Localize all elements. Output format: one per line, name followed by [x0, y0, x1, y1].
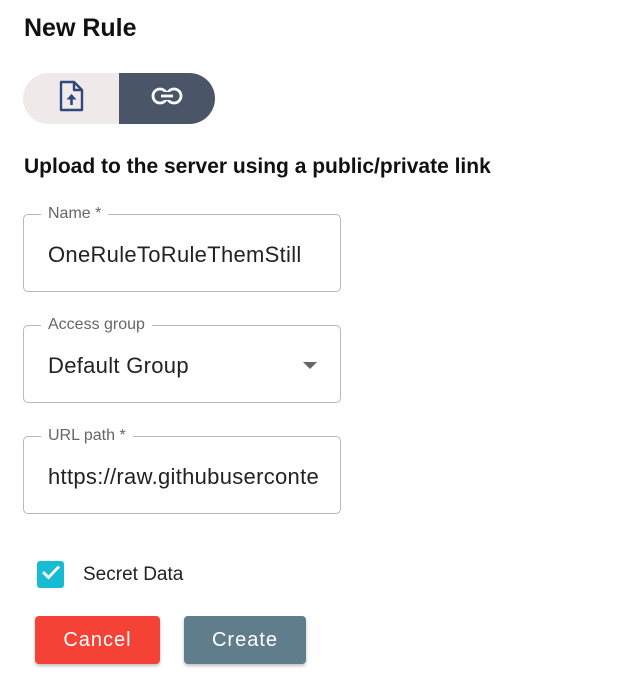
check-icon [41, 564, 61, 585]
name-input[interactable]: OneRuleToRuleThemStill [48, 241, 318, 269]
url-path-field[interactable]: URL path * https://raw.githubusercontent… [23, 426, 341, 514]
dropdown-arrow-icon[interactable] [303, 362, 317, 369]
upload-file-toggle[interactable] [23, 73, 119, 124]
access-group-label: Access group [41, 315, 152, 335]
link-icon [151, 86, 183, 111]
access-group-value[interactable]: Default Group [48, 352, 318, 380]
new-rule-dialog: New Rule Upload to the server using a pu… [0, 0, 617, 690]
name-field[interactable]: Name * OneRuleToRuleThemStill [23, 204, 341, 292]
secret-data-checkbox[interactable] [37, 561, 64, 588]
secret-data-label: Secret Data [83, 563, 184, 585]
link-toggle[interactable] [119, 73, 215, 124]
access-group-select[interactable]: Access group Default Group [23, 315, 341, 403]
upload-instructions: Upload to the server using a public/priv… [24, 155, 491, 178]
file-upload-icon [57, 80, 85, 117]
url-path-input[interactable]: https://raw.githubusercontent.com [48, 463, 318, 491]
dialog-title: New Rule [24, 14, 137, 42]
url-path-label: URL path * [41, 426, 133, 446]
source-toggle-group [23, 73, 215, 124]
cancel-button[interactable]: Cancel [35, 616, 160, 664]
secret-data-row: Secret Data [37, 561, 183, 588]
create-button[interactable]: Create [184, 616, 306, 664]
name-field-label: Name * [41, 204, 109, 224]
